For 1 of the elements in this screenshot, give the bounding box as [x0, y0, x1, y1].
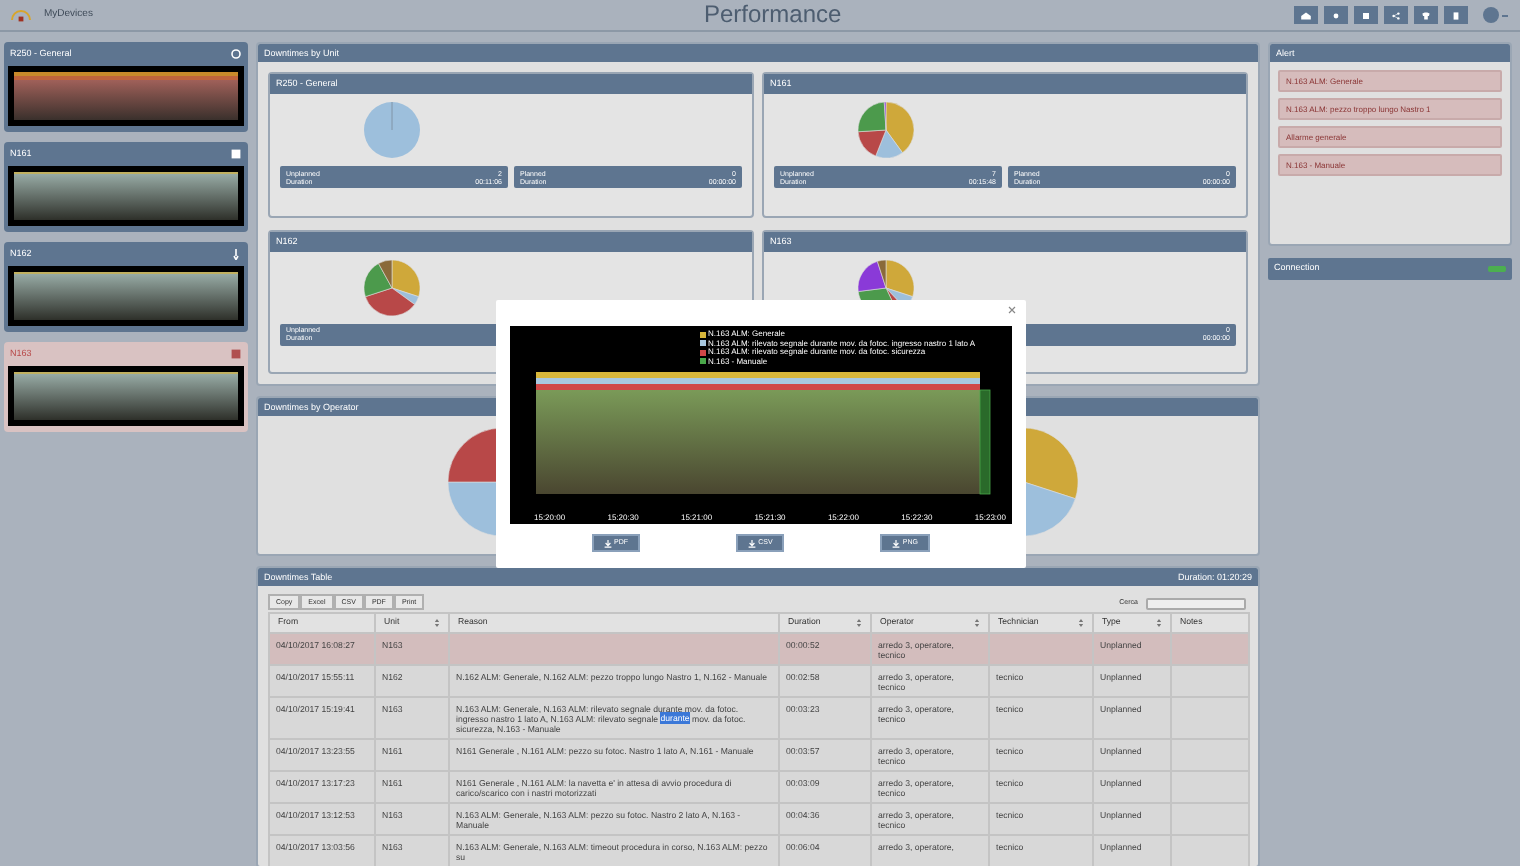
page-title: Performance [704, 0, 842, 30]
